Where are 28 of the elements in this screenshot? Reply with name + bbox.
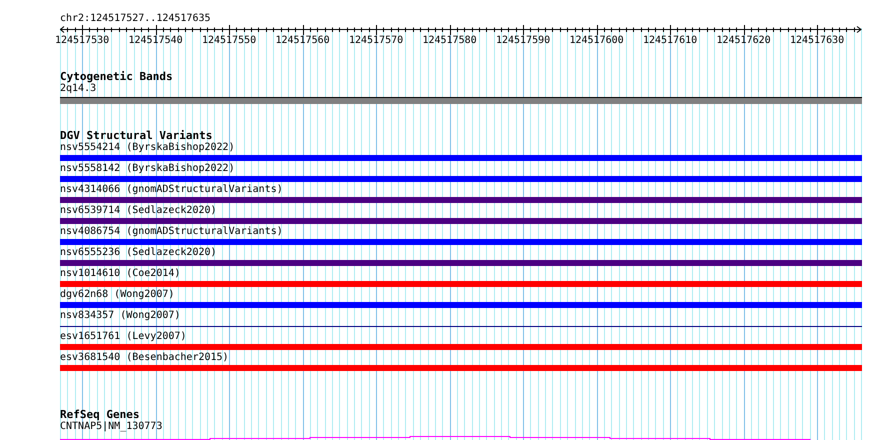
track-title: RefSeq Genes	[60, 409, 140, 421]
ruler-tick-label: 124517620	[716, 35, 771, 47]
ruler-tick-label: 124517570	[348, 35, 404, 47]
ruler-tick-label: 124517630	[790, 35, 844, 47]
variant-label: nsv834357 (Wong2007)	[60, 310, 180, 322]
band-label: 2q14.3	[60, 83, 96, 95]
variant-label: nsv5554214 (ByrskaBishop2022)	[60, 142, 235, 154]
variant-label: nsv1014610 (Coe2014)	[60, 268, 180, 280]
variant-label: nsv6539714 (Sedlazeck2020)	[60, 205, 217, 217]
track-title: Cytogenetic Bands	[60, 71, 173, 83]
track-title: DGV Structural Variants	[60, 130, 212, 142]
variant-label: nsv4314066 (gnomADStructuralVariants)	[60, 184, 283, 196]
variant-label: esv1651761 (Levy2007)	[60, 331, 186, 343]
ruler-tick-label: 124517550	[202, 35, 256, 47]
variant-label: dgv62n68 (Wong2007)	[60, 289, 174, 301]
ruler-tick-label: 124517560	[275, 35, 330, 47]
ruler-tick-label: 124517590	[496, 35, 550, 47]
ruler-tick-label: 124517580	[422, 35, 477, 47]
ruler-tick-label: 124517600	[569, 35, 624, 47]
location-label: chr2:124517527..124517635	[60, 12, 211, 25]
gene-label: CNTNAP5|NM_130773	[60, 421, 162, 433]
variant-label: nsv6555236 (Sedlazeck2020)	[60, 247, 217, 259]
ruler-tick-label: 124517610	[642, 35, 698, 47]
ruler-tick-label: 124517540	[128, 35, 183, 47]
variant-label: nsv5558142 (ByrskaBishop2022)	[60, 163, 235, 175]
variant-label: esv3681540 (Besenbacher2015)	[60, 352, 229, 364]
variant-label: nsv4086754 (gnomADStructuralVariants)	[60, 226, 283, 238]
ruler-tick-label: 124517530	[54, 35, 110, 47]
